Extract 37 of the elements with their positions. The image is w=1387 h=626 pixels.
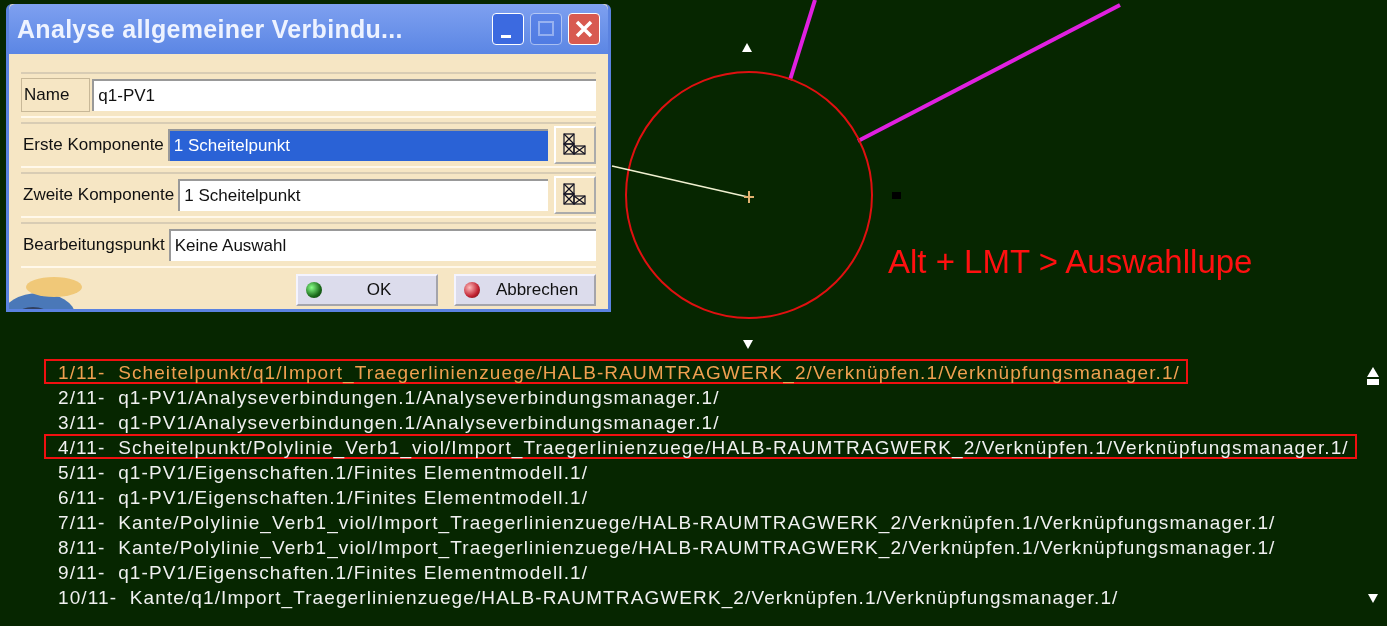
scroll-down-icon[interactable] bbox=[1365, 591, 1381, 605]
down-triangle-icon[interactable] bbox=[743, 340, 753, 349]
scroll-up-icon[interactable] bbox=[1365, 365, 1381, 387]
viewport-annotation: Alt + LMT > Auswahllupe bbox=[888, 243, 1253, 281]
close-button[interactable] bbox=[568, 13, 600, 45]
ok-button[interactable]: OK bbox=[296, 274, 438, 306]
field-label: Bearbeitungspunkt bbox=[22, 235, 166, 255]
selection-list-item[interactable]: 10/11- Kante/q1/Import_Traegerlinienzuege/HALB-RAUMTRAGWERK_2/Verknüpfen.1/Verknüpfungsmanager.1/ bbox=[44, 584, 1127, 609]
confirm-ball-icon bbox=[306, 282, 322, 298]
field-label: Erste Komponente bbox=[22, 135, 165, 155]
selection-list-item[interactable]: 9/11- q1-PV1/Eigenschaften.1/Finites Elementmodell.1/ bbox=[44, 559, 597, 584]
input-field[interactable]: Keine Auswahl bbox=[168, 229, 596, 261]
field-label: Name bbox=[21, 78, 91, 112]
input-field[interactable]: q1-PV1 bbox=[92, 79, 596, 111]
minimize-icon bbox=[501, 34, 511, 38]
minimize-button[interactable] bbox=[492, 13, 524, 45]
selection-list-item[interactable]: 2/11- q1-PV1/Analyseverbindungen.1/Analyseverbindungsmanager.1/ bbox=[44, 384, 728, 409]
selection-list-item[interactable]: 1/11- Scheitelpunkt/q1/Import_Traegerlinienzuege/HALB-RAUMTRAGWERK_2/Verknüpfen.1/Verknüpfungsmanager.1/ bbox=[44, 359, 1188, 384]
selection-list-item[interactable]: 4/11- Scheitelpunkt/Polylinie_Verb1_viol/Import_Traegerlinienzuege/HALB-RAUMTRAGWERK_2/Verknüpfen.1/Verknüpfungsmanager.1/ bbox=[44, 434, 1357, 459]
cancel-button[interactable]: Abbrechen bbox=[454, 274, 596, 306]
up-triangle-icon[interactable] bbox=[742, 43, 752, 52]
grid-selection-icon bbox=[562, 132, 588, 158]
selection-list-item[interactable]: 3/11- q1-PV1/Analyseverbindungen.1/Analyseverbindungsmanager.1/ bbox=[44, 409, 728, 434]
select-button[interactable] bbox=[554, 176, 596, 214]
window-title: Analyse allgemeiner Verbindu... bbox=[17, 14, 403, 44]
input-field[interactable]: 1 Scheitelpunkt bbox=[178, 179, 548, 211]
selection-list-item[interactable]: 6/11- q1-PV1/Eigenschaften.1/Finites Elementmodell.1/ bbox=[44, 484, 597, 509]
input-field[interactable]: 1 Scheitelpunkt bbox=[167, 129, 548, 161]
selection-list-item[interactable]: 8/11- Kante/Polylinie_Verb1_viol/Import_Traegerlinienzuege/HALB-RAUMTRAGWERK_2/Verknüpfen.1/Verknüpfungsmanager.1/ bbox=[44, 534, 1284, 559]
selection-list-item[interactable]: 7/11- Kante/Polylinie_Verb1_viol/Import_Traegerlinienzuege/HALB-RAUMTRAGWERK_2/Verknüpfen.1/Verknüpfungsmanager.1/ bbox=[44, 509, 1284, 534]
vertex-marker-icon bbox=[743, 190, 755, 204]
point-marker-icon bbox=[892, 192, 901, 199]
grid-selection-icon bbox=[562, 182, 588, 208]
selection-list-item[interactable]: 5/11- q1-PV1/Eigenschaften.1/Finites Elementmodell.1/ bbox=[44, 459, 597, 484]
cancel-ball-icon bbox=[464, 282, 480, 298]
field-label: Zweite Komponente bbox=[22, 185, 176, 205]
select-button[interactable] bbox=[554, 126, 596, 164]
